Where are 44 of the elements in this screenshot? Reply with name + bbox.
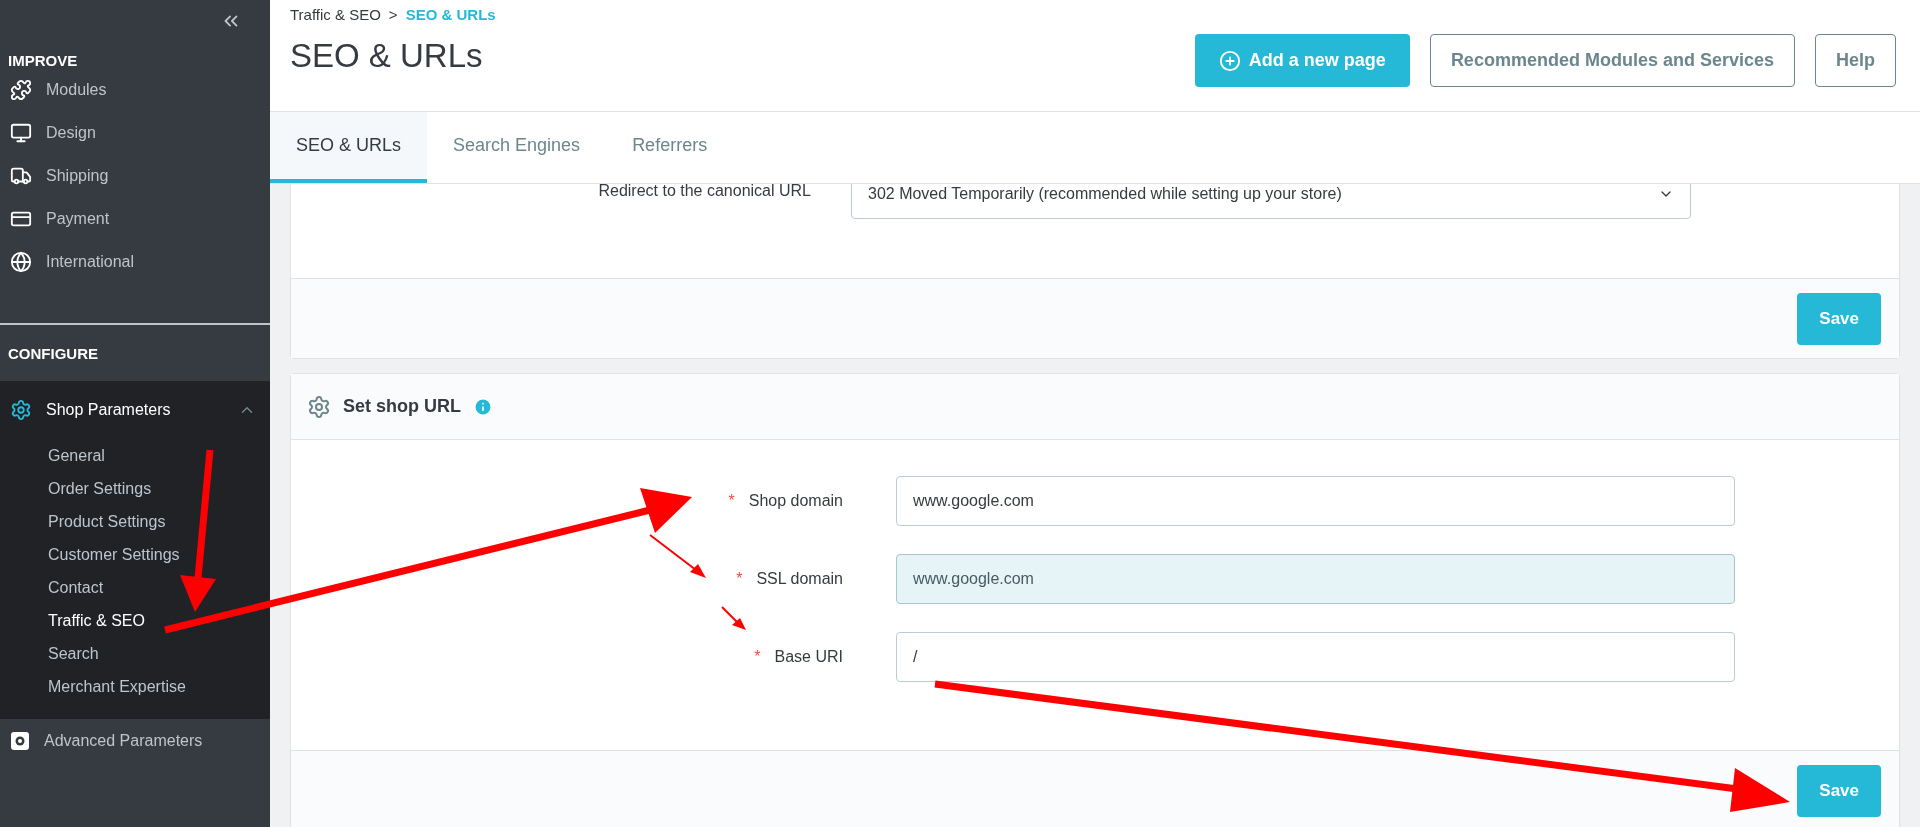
tab[interactable]: Search Engines bbox=[427, 112, 607, 183]
globe-icon bbox=[10, 250, 32, 273]
puzzle-icon bbox=[10, 78, 32, 101]
required-asterisk: * bbox=[728, 491, 735, 511]
field-label: Shop domain bbox=[748, 491, 843, 511]
nav-subitem[interactable]: Contact bbox=[0, 571, 270, 604]
nav-subitem[interactable]: Traffic & SEO bbox=[0, 604, 270, 637]
section-title: CONFIGURE bbox=[8, 345, 98, 361]
nav-subitem[interactable]: Customer Settings bbox=[0, 538, 270, 571]
tab[interactable]: Referrers bbox=[606, 112, 734, 183]
select-field[interactable]: 302 Moved Temporarily (recommended while setting up your store) bbox=[851, 184, 1691, 219]
nav-subitem[interactable]: Search bbox=[0, 637, 270, 670]
tab[interactable]: SEO & URLs bbox=[270, 112, 428, 183]
nav-item[interactable]: Shipping bbox=[0, 154, 270, 197]
nav-item[interactable]: Advanced Parameters bbox=[0, 719, 270, 762]
card-title: Set shop URL bbox=[343, 395, 461, 418]
annotation-arrow bbox=[721, 606, 746, 630]
page-title: SEO & URLs bbox=[290, 38, 484, 72]
required-asterisk: * bbox=[754, 647, 761, 667]
nav-item[interactable]: Design bbox=[0, 111, 270, 154]
breadcrumb-link[interactable]: Traffic & SEO bbox=[290, 4, 381, 27]
plus-icon bbox=[1218, 49, 1241, 72]
field-label: Base URI bbox=[774, 647, 843, 667]
nav-subitem[interactable]: General bbox=[0, 439, 270, 472]
nav-subitem[interactable]: Merchant Expertise bbox=[0, 670, 270, 703]
section-title: IMPROVE bbox=[8, 53, 78, 68]
text-input[interactable]: www.google.com bbox=[896, 476, 1735, 526]
header-button[interactable]: Help bbox=[1815, 34, 1896, 87]
nav-item[interactable]: International bbox=[0, 240, 270, 283]
field-label: SSL domain bbox=[756, 569, 843, 589]
nav-subitem[interactable]: Order Settings bbox=[0, 472, 270, 505]
nav-item[interactable]: Payment bbox=[0, 197, 270, 240]
field-label: Redirect to the canonical URL bbox=[598, 184, 811, 199]
nav-subitem[interactable]: Product Settings bbox=[0, 505, 270, 538]
required-asterisk: * bbox=[736, 569, 743, 589]
breadcrumb-separator: > bbox=[388, 5, 398, 25]
gear-icon bbox=[10, 399, 32, 421]
nav-item[interactable]: Modules bbox=[0, 68, 270, 111]
monitor-icon bbox=[10, 121, 32, 144]
header-button[interactable]: Recommended Modules and Services bbox=[1429, 34, 1795, 87]
text-input[interactable]: / bbox=[896, 632, 1735, 682]
gear-icon bbox=[307, 394, 331, 419]
gear-box-icon bbox=[10, 730, 30, 751]
breadcrumb-current: SEO & URLs bbox=[405, 5, 496, 25]
